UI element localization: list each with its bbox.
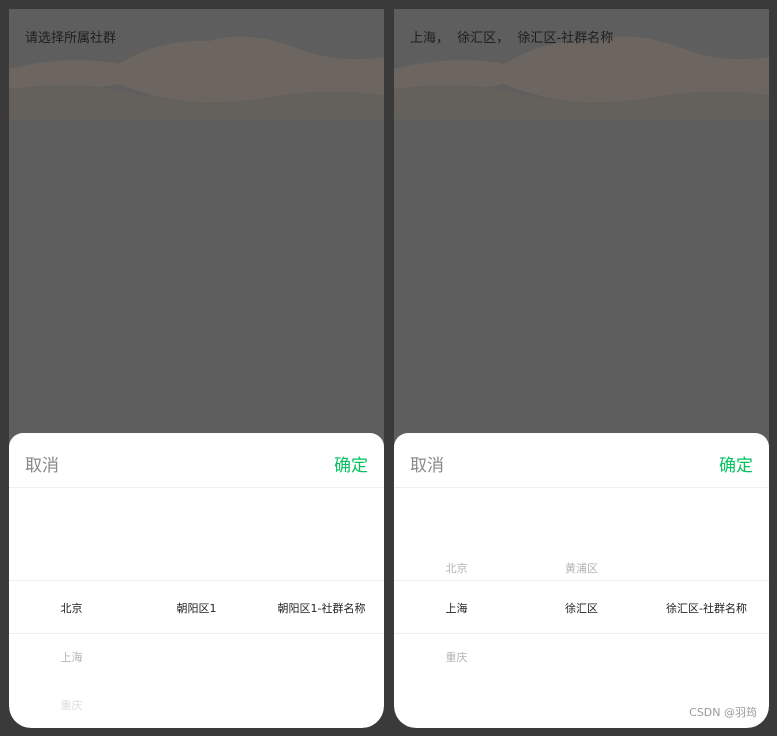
watermark-text: CSDN @羽筠 — [689, 706, 757, 719]
picker-option[interactable]: 黄浦区 — [519, 560, 644, 576]
picker-sheet: 取消 确定 北京 上海 重庆 黄浦区 徐汇区 徐汇区-社群名称 CSDN @羽筠 — [394, 433, 769, 728]
picker-option[interactable]: 北京 — [394, 560, 519, 576]
picker-column-community[interactable]: 朝阳区1-社群名称 — [259, 433, 384, 728]
picker-option-selected[interactable]: 上海 — [394, 600, 519, 616]
mountain-background — [394, 36, 769, 119]
selection-summary: 上海， 徐汇区， 徐汇区-社群名称 — [410, 31, 614, 46]
picker-column-community[interactable]: 徐汇区-社群名称 — [644, 433, 769, 728]
mountain-background — [9, 36, 384, 119]
picker-option-selected[interactable]: 朝阳区1-社群名称 — [259, 600, 384, 616]
picker-option-selected[interactable]: 徐汇区 — [519, 600, 644, 616]
picker-option-selected[interactable]: 徐汇区-社群名称 — [644, 600, 769, 616]
selection-summary: 请选择所属社群 — [25, 31, 117, 46]
picker-option-selected[interactable]: 朝阳区1 — [134, 600, 259, 616]
picker-sheet: 取消 确定 北京 上海 重庆 朝阳区1 朝阳区1-社群名称 — [9, 433, 384, 728]
picker-option[interactable]: 重庆 — [394, 649, 519, 665]
picker-column-district[interactable]: 黄浦区 徐汇区 — [519, 433, 644, 728]
picker-option[interactable]: 重庆 — [9, 697, 134, 713]
picker-column-city[interactable]: 北京 上海 重庆 — [9, 433, 134, 728]
picker-option-selected[interactable]: 北京 — [9, 600, 134, 616]
picker-column-city[interactable]: 北京 上海 重庆 — [394, 433, 519, 728]
picker-column-district[interactable]: 朝阳区1 — [134, 433, 259, 728]
picker-screen-right: 上海， 徐汇区， 徐汇区-社群名称 取消 确定 北京 上海 重庆 黄浦区 徐汇区… — [394, 9, 769, 728]
picker-option[interactable]: 上海 — [9, 649, 134, 665]
picker-screen-left: 请选择所属社群 取消 确定 北京 上海 重庆 朝阳区1 朝阳区1-社群名称 — [9, 9, 384, 728]
